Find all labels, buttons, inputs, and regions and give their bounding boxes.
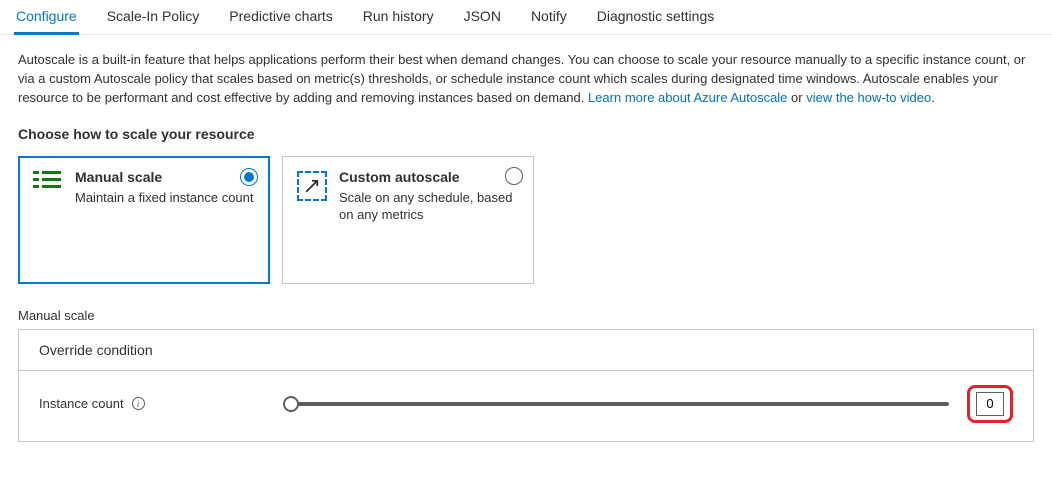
- option-custom-sub: Scale on any schedule, based on any metr…: [339, 189, 519, 224]
- option-custom-title: Custom autoscale: [339, 169, 519, 185]
- tab-notify[interactable]: Notify: [529, 0, 569, 35]
- info-icon[interactable]: i: [132, 397, 145, 410]
- tab-predictive-charts[interactable]: Predictive charts: [227, 0, 334, 35]
- instance-count-slider[interactable]: [291, 402, 949, 406]
- instance-count-highlight: [967, 385, 1013, 423]
- panel-header: Override condition: [19, 330, 1033, 370]
- custom-autoscale-icon: [297, 171, 327, 201]
- description-sep: or: [791, 90, 806, 105]
- tab-scale-in-policy[interactable]: Scale-In Policy: [105, 0, 202, 35]
- radio-custom-autoscale[interactable]: [505, 167, 523, 185]
- option-custom-autoscale[interactable]: Custom autoscale Scale on any schedule, …: [282, 156, 534, 284]
- description-text: Autoscale is a built-in feature that hel…: [18, 51, 1034, 108]
- scale-options: Manual scale Maintain a fixed instance c…: [18, 156, 1034, 284]
- manual-scale-panel: Override condition Instance count i: [18, 329, 1034, 442]
- tab-configure[interactable]: Configure: [14, 0, 79, 35]
- tab-bar: Configure Scale-In Policy Predictive cha…: [0, 0, 1052, 35]
- option-manual-title: Manual scale: [75, 169, 255, 185]
- learn-more-link[interactable]: Learn more about Azure Autoscale: [588, 90, 787, 105]
- tab-json[interactable]: JSON: [462, 0, 503, 35]
- option-manual-scale[interactable]: Manual scale Maintain a fixed instance c…: [18, 156, 270, 284]
- description-tail: .: [931, 90, 935, 105]
- radio-manual-scale[interactable]: [240, 168, 258, 186]
- tab-diagnostic-settings[interactable]: Diagnostic settings: [595, 0, 717, 35]
- instance-count-label: Instance count: [39, 396, 124, 411]
- option-manual-sub: Maintain a fixed instance count: [75, 189, 255, 207]
- manual-scale-icon: [33, 171, 63, 201]
- how-to-video-link[interactable]: view the how-to video: [806, 90, 931, 105]
- tab-run-history[interactable]: Run history: [361, 0, 436, 35]
- section-title: Choose how to scale your resource: [18, 126, 1034, 142]
- slider-thumb[interactable]: [283, 396, 299, 412]
- instance-count-input[interactable]: [976, 392, 1004, 416]
- group-label: Manual scale: [18, 308, 1034, 323]
